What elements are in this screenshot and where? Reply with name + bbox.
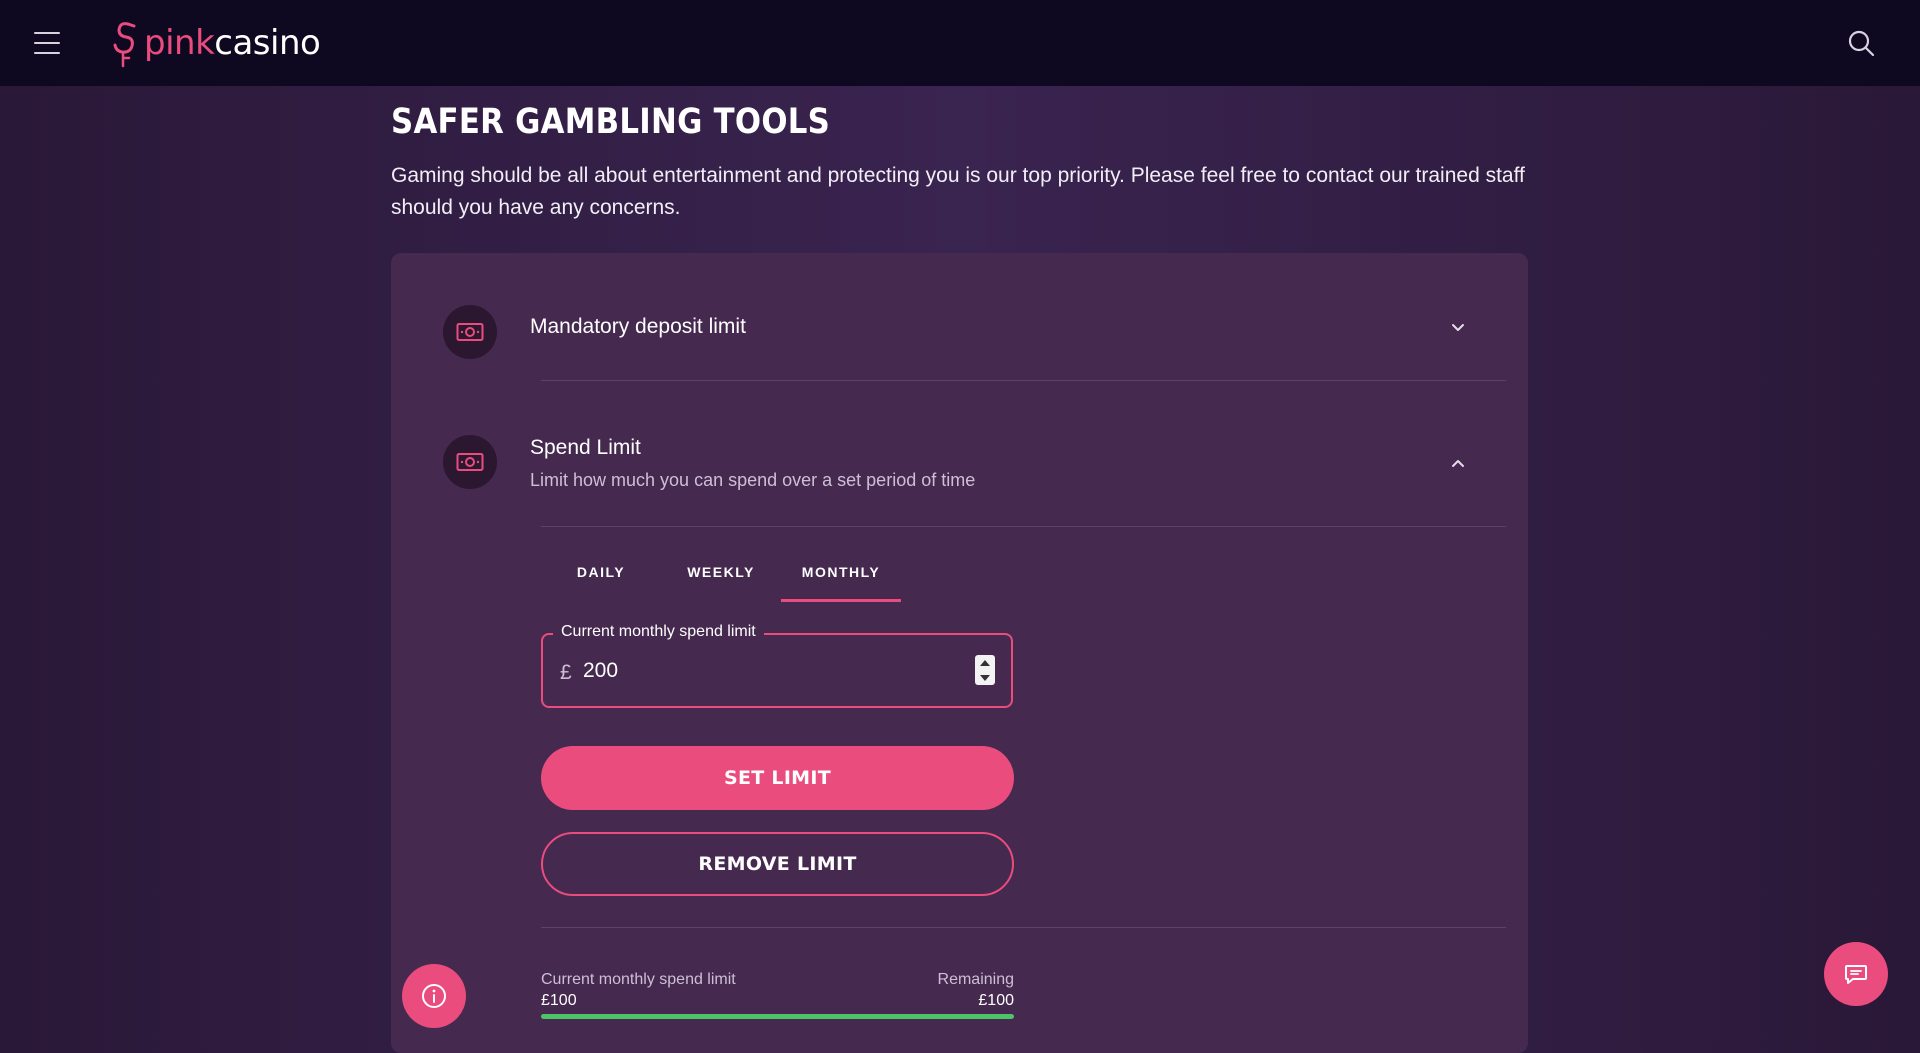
spend-limit-subtitle: Limit how much you can spend over a set … — [530, 470, 976, 490]
set-limit-button[interactable]: SET LIMIT — [541, 746, 1014, 810]
stepper-down-icon[interactable] — [980, 674, 990, 681]
pinkcasino-logo[interactable]: pinkcasino — [110, 18, 321, 68]
logo-text-pink: pink — [144, 23, 215, 63]
spend-limit-field: Current monthly spend limit £ — [541, 623, 1013, 708]
top-navigation-bar: pinkcasino — [0, 0, 1920, 86]
chevron-up-icon[interactable] — [1448, 453, 1468, 473]
remaining-label: Remaining — [937, 971, 1014, 988]
divider — [541, 927, 1506, 928]
tab-daily[interactable]: DAILY — [541, 542, 661, 602]
divider — [541, 380, 1506, 381]
search-icon[interactable] — [1846, 28, 1876, 58]
divider — [541, 526, 1506, 527]
cash-icon — [443, 305, 497, 359]
remaining-progress-fill — [541, 1014, 1014, 1019]
logo-text-casino: casino — [214, 23, 321, 63]
logo-wordmark: pinkcasino — [144, 23, 321, 63]
remaining-progress-bar — [541, 1014, 1014, 1019]
flamingo-logo-icon — [113, 22, 136, 68]
stepper-up-icon[interactable] — [980, 659, 990, 666]
hamburger-menu-icon[interactable] — [34, 32, 60, 54]
page-title: SAFER GAMBLING TOOLS — [391, 102, 831, 142]
current-limit-label: Current monthly spend limit — [541, 971, 736, 988]
spend-limit-field-label: Current monthly spend limit — [553, 623, 764, 641]
tab-monthly[interactable]: MONTHLY — [781, 542, 901, 602]
chevron-down-icon[interactable] — [1448, 318, 1468, 338]
intro-text: Gaming should be all about entertainment… — [391, 164, 1525, 219]
page-header: SAFER GAMBLING TOOLS Gaming should be al… — [391, 86, 1529, 224]
chat-icon[interactable] — [1824, 942, 1888, 1006]
tab-weekly[interactable]: WEEKLY — [661, 542, 781, 602]
cash-icon — [443, 435, 497, 489]
deposit-limit-title: Mandatory deposit limit — [530, 315, 746, 338]
remove-limit-button[interactable]: REMOVE LIMIT — [541, 832, 1014, 896]
spend-limit-title: Spend Limit — [530, 436, 641, 459]
currency-symbol: £ — [560, 661, 572, 684]
spend-limit-input[interactable] — [583, 653, 963, 689]
info-icon[interactable] — [402, 964, 466, 1028]
spend-limit-summary: Current monthly spend limit Remaining £1… — [541, 971, 1014, 1021]
number-stepper[interactable] — [975, 655, 995, 685]
safer-gambling-card: Mandatory deposit limit Spend Limit Limi… — [391, 253, 1528, 1053]
current-limit-value: £100 — [541, 992, 577, 1009]
remaining-value: £100 — [978, 992, 1014, 1009]
